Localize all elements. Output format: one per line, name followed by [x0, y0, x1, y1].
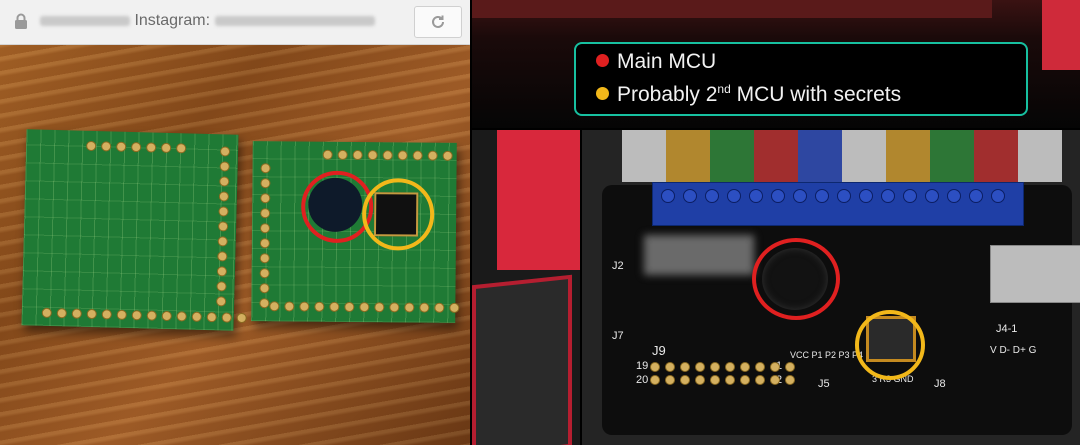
url-site-label: Instagram: — [134, 12, 211, 29]
label-pin19: 19 — [636, 360, 649, 372]
reload-icon — [432, 15, 444, 28]
legend-item-main-mcu: Main MCU — [596, 50, 716, 74]
pcb-bare-board — [21, 129, 247, 331]
blurred-text — [214, 15, 375, 26]
main-mcu-ring — [752, 238, 840, 320]
legend-item-secondary-mcu: Probably 2nd MCU with secrets — [596, 82, 901, 107]
yellow-dot-icon — [596, 87, 609, 100]
terminal-block — [652, 182, 1024, 226]
lock-icon — [15, 13, 27, 29]
blurred-logo — [644, 235, 754, 275]
label-usb-pins: V D- D+ G — [990, 345, 1037, 356]
blurred-text — [40, 15, 130, 26]
pcb-photo-left: Instagram: — [0, 0, 470, 445]
label-j8: J8 — [934, 378, 946, 390]
legend-panel: Main MCU Probably 2nd MCU with secrets — [472, 0, 1080, 128]
secondary-mcu-ring — [361, 178, 435, 251]
label-j4: J4-1 — [996, 323, 1018, 335]
url-field[interactable]: Instagram: — [40, 12, 375, 30]
label-j5: J5 — [818, 378, 830, 390]
label-j7: J7 — [612, 330, 624, 342]
red-dot-icon — [596, 54, 609, 67]
enclosure-photo — [472, 130, 580, 445]
label-pin20: 20 — [636, 374, 649, 386]
usb-connector — [990, 245, 1080, 303]
browser-address-bar: Instagram: — [0, 0, 470, 45]
legend-box: Main MCU Probably 2nd MCU with secrets — [574, 42, 1028, 116]
pcb-populated-board — [251, 141, 460, 323]
pcb-photo-right: J9 19 20 1 2 J2 J7 J5 J8 J4-1 VCC P1 P2 … — [582, 130, 1080, 445]
label-j2: J2 — [612, 260, 624, 272]
label-j9: J9 — [652, 343, 666, 358]
reload-button[interactable] — [414, 6, 462, 38]
label-vcc-row: VCC P1 P2 P3 P4 — [790, 350, 864, 360]
secondary-mcu-ring — [855, 310, 925, 380]
